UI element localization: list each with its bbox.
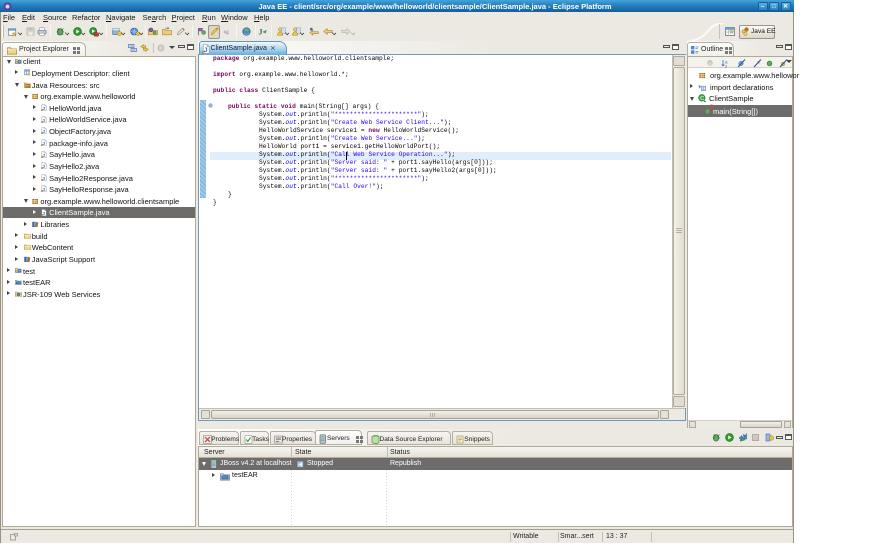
svg-text:J: J bbox=[259, 27, 263, 36]
svg-text:z: z bbox=[725, 64, 728, 68]
